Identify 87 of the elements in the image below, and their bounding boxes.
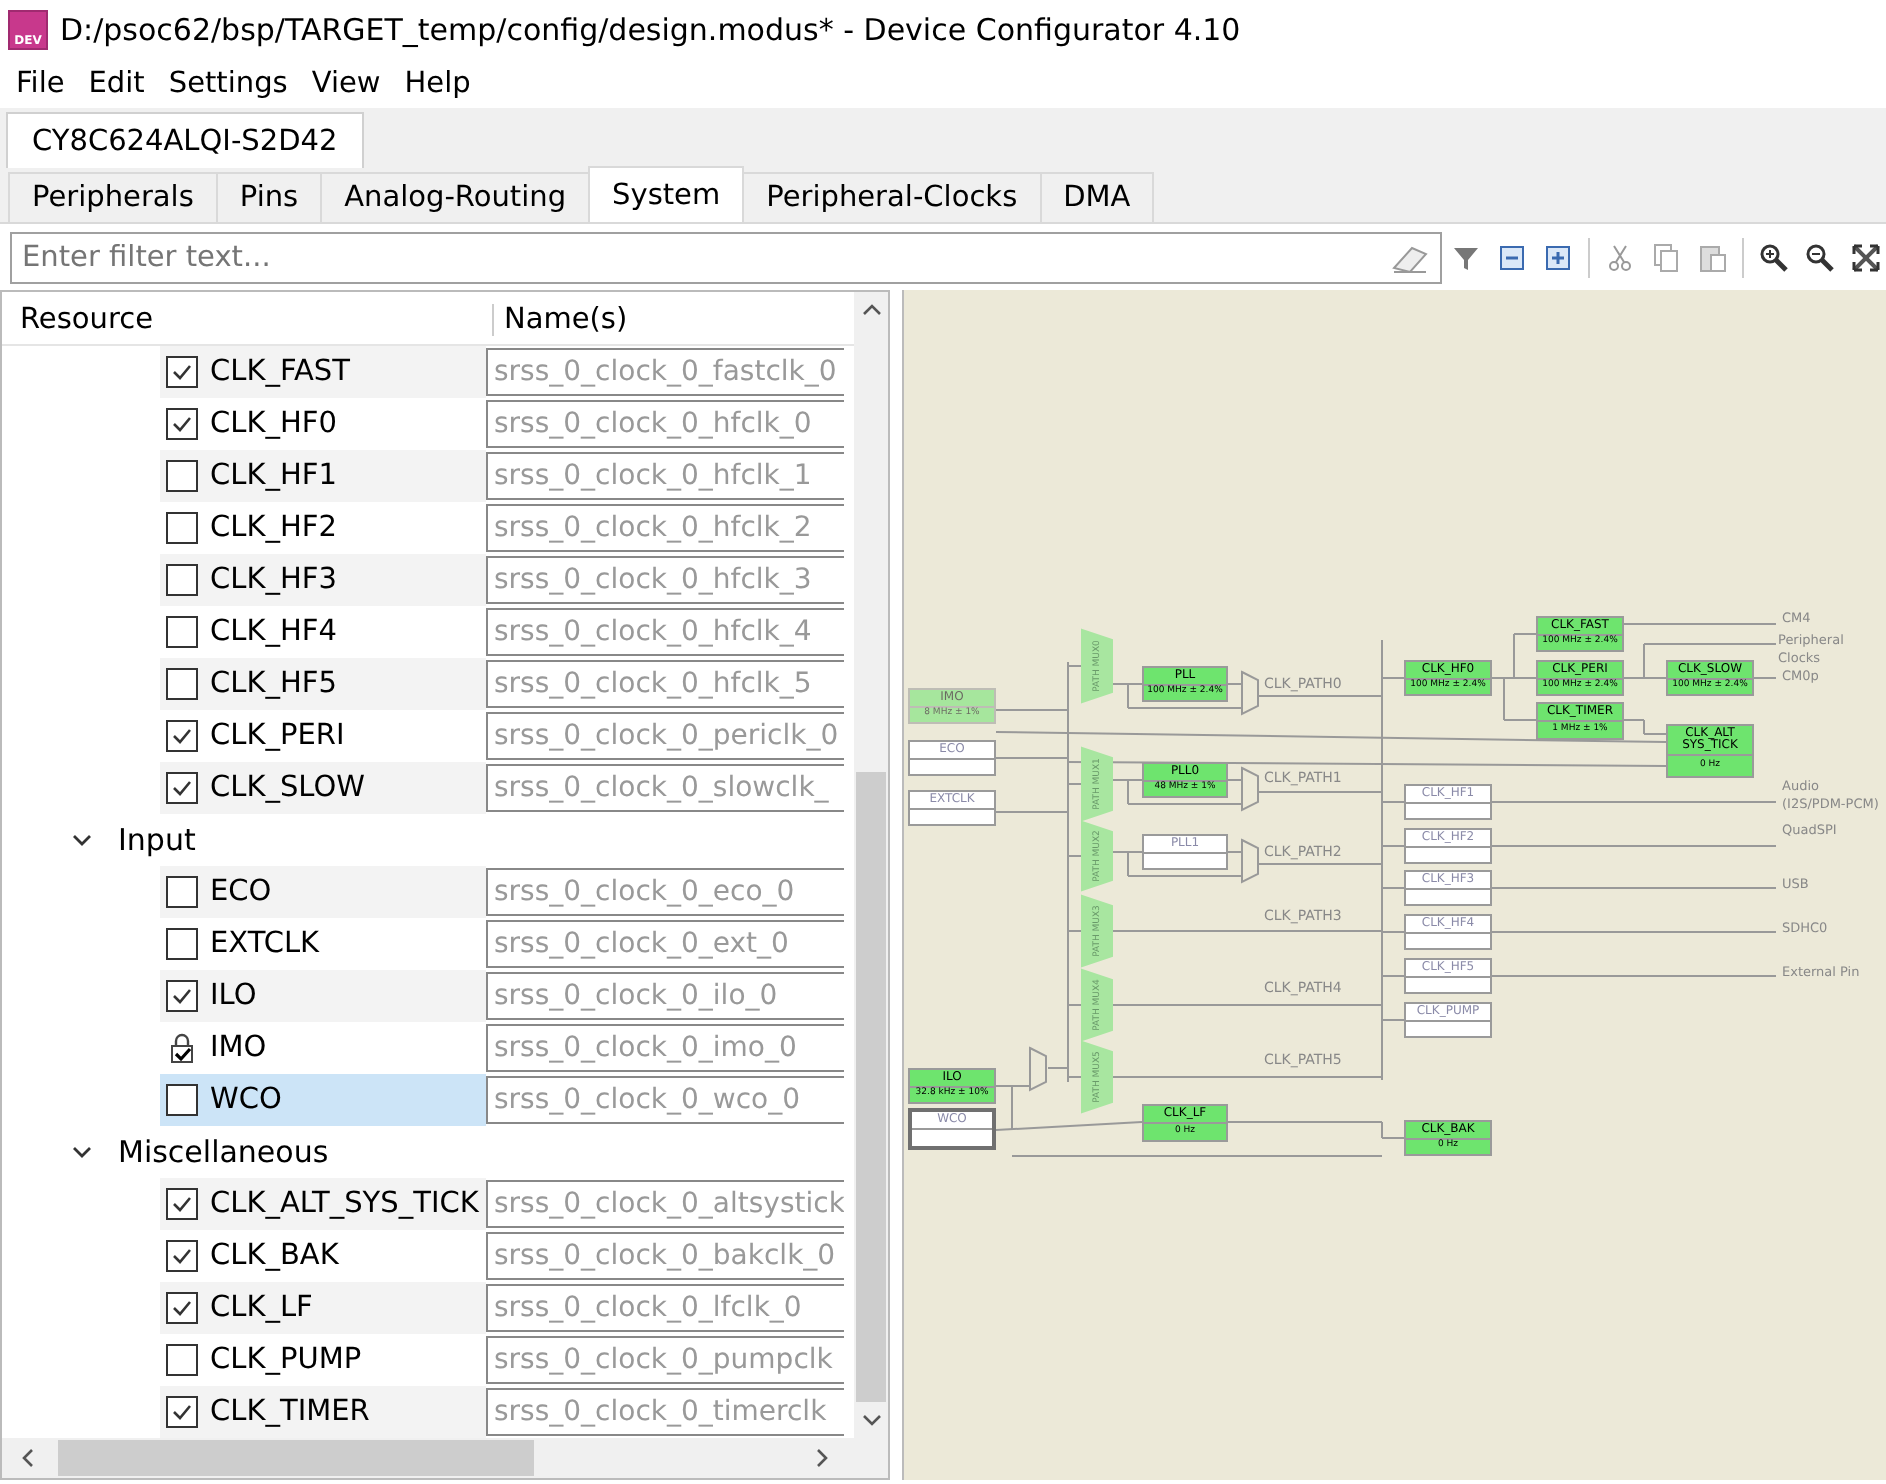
resource-item[interactable]: CLK_BAK <box>160 1230 486 1282</box>
checkbox[interactable] <box>166 564 198 596</box>
resource-label: ILO <box>210 980 257 1012</box>
eraser-icon[interactable] <box>1390 241 1430 273</box>
resource-item[interactable]: WCO <box>160 1074 486 1126</box>
resource-label: CLK_HF5 <box>210 668 337 700</box>
checkbox[interactable] <box>166 876 198 908</box>
resource-label: IMO <box>210 1032 267 1064</box>
tab[interactable]: DMA <box>1039 172 1155 222</box>
checkbox[interactable] <box>166 616 198 648</box>
resource-item[interactable]: CLK_SLOW <box>160 762 486 814</box>
resource-item[interactable]: CLK_LF <box>160 1282 486 1334</box>
resource-label: CLK_TIMER <box>210 1396 370 1428</box>
resource-item[interactable]: ILO <box>160 970 486 1022</box>
resource-item[interactable]: CLK_HF5 <box>160 658 486 710</box>
check-icon <box>170 776 194 800</box>
checkbox[interactable] <box>166 460 198 492</box>
checkbox[interactable] <box>166 980 198 1012</box>
column-header: Name(s) <box>502 304 628 336</box>
checkbox[interactable] <box>166 772 198 804</box>
horizontal-scrollbar[interactable] <box>2 1438 888 1478</box>
device-tab[interactable]: CY8C624ALQI-S2D42 <box>6 112 364 168</box>
resource-label: CLK_HF3 <box>210 564 337 596</box>
resource-label: CLK_HF2 <box>210 512 337 544</box>
checkbox[interactable] <box>166 928 198 960</box>
resource-label: CLK_LF <box>210 1292 313 1324</box>
resource-item[interactable]: CLK_HF3 <box>160 554 486 606</box>
tab[interactable]: Peripherals <box>8 172 218 222</box>
resource-item[interactable]: ECO <box>160 866 486 918</box>
chevron-right-icon[interactable] <box>812 1448 832 1468</box>
filter-field[interactable]: Enter filter text... <box>10 231 1442 283</box>
resource-label: CLK_HF4 <box>210 616 337 648</box>
check-icon <box>170 1244 194 1268</box>
checkbox[interactable] <box>166 1240 198 1272</box>
checkbox[interactable] <box>166 1344 198 1376</box>
resource-item[interactable]: CLK_PERI <box>160 710 486 762</box>
group-label: Input <box>118 822 196 858</box>
check-icon <box>170 360 194 384</box>
resource-item[interactable]: CLK_HF2 <box>160 502 486 554</box>
resource-item[interactable]: CLK_HF1 <box>160 450 486 502</box>
check-icon <box>170 724 194 748</box>
resource-item[interactable]: CLK_TIMER <box>160 1386 486 1438</box>
checkbox[interactable] <box>166 1396 198 1428</box>
resource-item[interactable]: IMO <box>160 1022 486 1074</box>
resource-item[interactable]: CLK_ALT_SYS_TICK <box>160 1178 486 1230</box>
checkbox[interactable] <box>166 1188 198 1220</box>
chevron-up-icon[interactable] <box>861 300 881 320</box>
resource-label: CLK_SLOW <box>210 772 365 804</box>
chevron-down-icon[interactable] <box>861 1410 881 1430</box>
resource-label: CLK_PERI <box>210 720 345 752</box>
checkbox[interactable] <box>166 512 198 544</box>
checkbox[interactable] <box>166 720 198 752</box>
column-header: Resource <box>2 304 494 336</box>
resource-item[interactable]: CLK_HF0 <box>160 398 486 450</box>
resource-label: CLK_PUMP <box>210 1344 362 1376</box>
checkbox[interactable] <box>166 668 198 700</box>
tab[interactable]: System <box>588 166 745 222</box>
resource-item[interactable]: CLK_PUMP <box>160 1334 486 1386</box>
menu-item[interactable]: Help <box>392 68 483 100</box>
resource-item[interactable]: CLK_FAST <box>160 346 486 398</box>
check-icon <box>170 412 194 436</box>
checkbox[interactable] <box>166 356 198 388</box>
resource-label: ECO <box>210 876 272 908</box>
resource-label: CLK_ALT_SYS_TICK <box>210 1188 479 1220</box>
vertical-scrollbar[interactable] <box>854 292 888 1438</box>
resource-label: CLK_BAK <box>210 1240 339 1272</box>
check-icon <box>170 1400 194 1424</box>
resource-label: WCO <box>210 1084 282 1116</box>
resource-item[interactable]: EXTCLK <box>160 918 486 970</box>
checkbox[interactable] <box>166 1292 198 1324</box>
menu-item[interactable]: File <box>4 68 77 100</box>
resource-label: CLK_FAST <box>210 356 350 388</box>
check-icon <box>170 984 194 1008</box>
resource-item[interactable]: CLK_HF4 <box>160 606 486 658</box>
resource-label: EXTCLK <box>210 928 320 960</box>
checkbox[interactable] <box>166 408 198 440</box>
resource-label: CLK_HF0 <box>210 408 337 440</box>
menu-item[interactable]: Edit <box>76 68 157 100</box>
check-icon <box>170 1296 194 1320</box>
group-label: Miscellaneous <box>118 1134 329 1170</box>
resource-label: CLK_HF1 <box>210 460 337 492</box>
window-title: D:/psoc62/bsp/TARGET_temp/config/design.modus* - Device Configurator 4.10 <box>60 12 1241 48</box>
chevron-left-icon[interactable] <box>18 1448 38 1468</box>
checkbox[interactable] <box>166 1084 198 1116</box>
menu-item[interactable]: Settings <box>156 68 300 100</box>
check-icon <box>170 1192 194 1216</box>
menu-item[interactable]: View <box>299 68 393 100</box>
